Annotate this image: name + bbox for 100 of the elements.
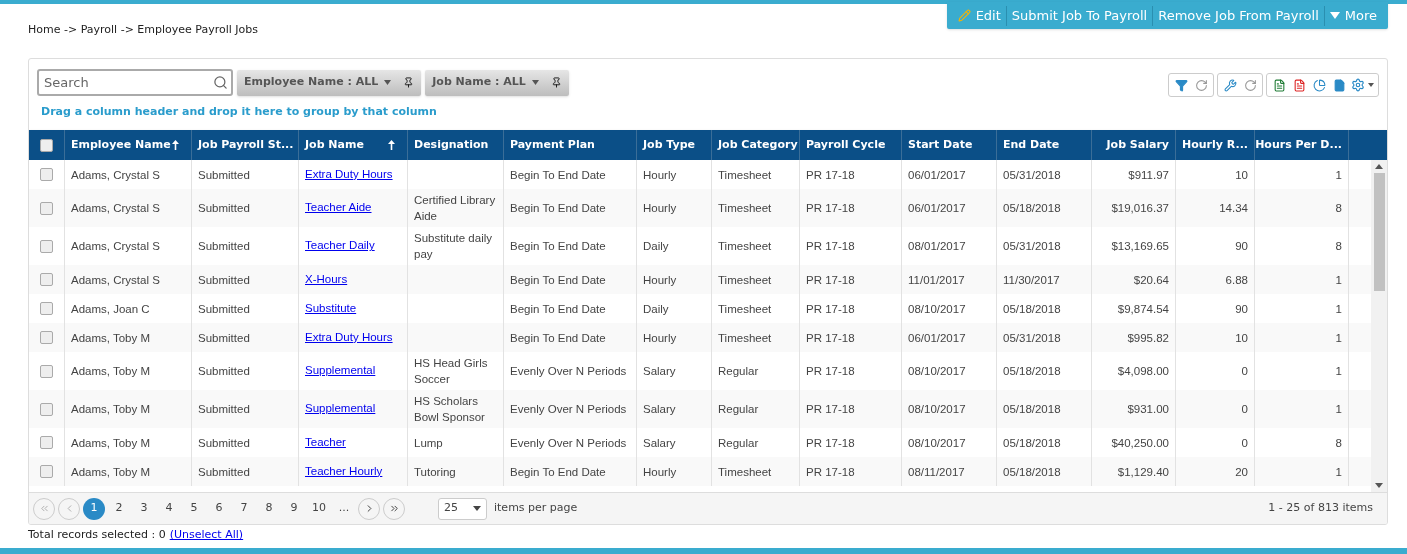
checkbox[interactable] <box>40 138 53 152</box>
filter-chip[interactable]: Employee Name : ALL <box>237 69 422 96</box>
checkbox[interactable] <box>40 436 53 449</box>
page-button[interactable]: 4 <box>158 497 180 520</box>
page-button[interactable]: 10 <box>308 497 330 520</box>
table-cell-text: Submitted <box>198 167 250 183</box>
table-cell-text: 6.88 <box>1225 272 1248 288</box>
last-page-icon <box>388 503 400 514</box>
job-link[interactable]: Teacher Hourly <box>305 462 383 481</box>
table-cell-text: 05/18/2018 <box>1003 435 1061 451</box>
table-cell-text: 20 <box>1235 464 1248 480</box>
table-cell-text: Tutoring <box>414 464 456 480</box>
page-button[interactable]: 6 <box>208 497 230 520</box>
table-cell-text: Timesheet <box>718 201 772 216</box>
table-cell-text: 0 <box>1241 402 1248 417</box>
sort-up-icon <box>172 140 179 150</box>
table-cell-text: Adams, Crystal S <box>71 201 160 216</box>
refresh-icon <box>1194 78 1208 92</box>
checkbox[interactable] <box>40 239 53 253</box>
table-cell-text: $9,874.54 <box>1117 301 1169 317</box>
spreadsheet-icon <box>1272 78 1286 92</box>
table-cell-text: Adams, Crystal S <box>71 167 160 183</box>
search-icon <box>213 75 228 90</box>
filter-chip[interactable]: Job Name : ALL <box>425 69 569 96</box>
table-cell-text: 08/01/2017 <box>908 239 966 254</box>
page-button[interactable]: 3 <box>133 497 155 520</box>
table-cell-text: 1 <box>1335 167 1342 183</box>
table-cell-text: PR 17-18 <box>806 167 855 183</box>
checkbox[interactable] <box>40 331 53 344</box>
table-cell-text: 05/18/2018 <box>1003 201 1061 216</box>
table-cell-text: Hourly <box>643 201 677 216</box>
checkbox[interactable] <box>40 465 53 478</box>
job-link[interactable]: Supplemental <box>305 362 376 380</box>
job-link[interactable]: Supplemental <box>305 400 376 418</box>
table-cell-text: Timesheet <box>718 272 772 288</box>
table-cell-text: Salary <box>643 364 676 379</box>
pencil-icon <box>957 9 971 22</box>
table-cell-text: Timesheet <box>718 167 772 183</box>
table-cell-text: Submitted <box>198 364 250 379</box>
table-cell-text: Daily <box>643 301 669 317</box>
page-button[interactable]: ... <box>333 497 355 520</box>
caret-icon <box>384 80 392 85</box>
table-cell-text: Hourly <box>643 167 677 183</box>
table-cell-text: Submitted <box>198 330 250 346</box>
page-button[interactable]: 8 <box>258 497 280 520</box>
table-cell-text: 08/10/2017 <box>908 364 966 379</box>
job-link[interactable]: Teacher <box>305 433 346 452</box>
search-field[interactable]: Search <box>37 69 233 96</box>
table-cell-text: Begin To End Date <box>510 167 606 183</box>
job-link[interactable]: Substitute <box>305 299 357 318</box>
table-cell-text: Begin To End Date <box>510 330 606 346</box>
page-size-dropdown[interactable]: 25 <box>438 497 487 520</box>
table-cell-text: Evenly Over N Periods <box>510 402 627 417</box>
table-cell-text: Timesheet <box>718 330 772 346</box>
table-cell-text: PR 17-18 <box>806 435 855 451</box>
checkbox[interactable] <box>40 402 53 416</box>
table-cell-text: 1 <box>1335 301 1342 317</box>
page-button[interactable]: 2 <box>108 497 130 520</box>
scroll-thumb[interactable] <box>1373 173 1385 291</box>
table-cell-text: Submitted <box>198 301 250 317</box>
pin-icon <box>550 77 562 88</box>
pie-chart-icon <box>1312 78 1326 92</box>
table-cell-text: Begin To End Date <box>510 239 606 254</box>
table-cell-text: Submitted <box>198 272 250 288</box>
table-cell-text: Begin To End Date <box>510 272 606 288</box>
table-cell-text: Regular <box>718 435 759 451</box>
table-cell-text: Hourly <box>643 464 677 480</box>
table-cell-text: PR 17-18 <box>806 364 855 379</box>
checkbox[interactable] <box>40 201 53 215</box>
job-link[interactable]: Extra Duty Hours <box>305 165 393 184</box>
scroll-down-icon[interactable] <box>1375 483 1383 488</box>
table-cell-text: 05/18/2018 <box>1003 464 1061 480</box>
checkbox[interactable] <box>40 364 53 378</box>
page-button[interactable]: 1 <box>83 497 105 520</box>
checkbox[interactable] <box>40 302 53 315</box>
table-cell-text: PR 17-18 <box>806 201 855 216</box>
page-button[interactable]: 5 <box>183 497 205 520</box>
table-cell-text: Submitted <box>198 201 250 216</box>
checkbox[interactable] <box>40 273 53 286</box>
job-link[interactable]: X-Hours <box>305 270 348 289</box>
table-cell-text: Timesheet <box>718 464 772 480</box>
table-cell-text: Begin To End Date <box>510 464 606 480</box>
job-link[interactable]: Teacher Daily <box>305 237 375 255</box>
unselect-all-link[interactable]: (Unselect All) <box>169 527 244 544</box>
table-cell-text: PR 17-18 <box>806 239 855 254</box>
checkbox[interactable] <box>40 168 53 181</box>
table-cell-text: 08/10/2017 <box>908 301 966 317</box>
table-cell-text: PR 17-18 <box>806 272 855 288</box>
table-cell-text: 1 <box>1335 364 1342 379</box>
scroll-up-icon[interactable] <box>1375 164 1383 169</box>
caret-icon <box>473 506 481 511</box>
wrench-icon <box>1223 78 1237 92</box>
page-button[interactable]: 9 <box>283 497 305 520</box>
pin-icon <box>403 77 415 88</box>
job-link[interactable]: Extra Duty Hours <box>305 328 393 347</box>
job-link[interactable]: Teacher Aide <box>305 199 372 217</box>
table-cell-text: $13,169.65 <box>1111 239 1169 254</box>
table-cell-text: Hourly <box>643 272 677 288</box>
file-icon <box>1332 78 1346 92</box>
page-button[interactable]: 7 <box>233 497 255 520</box>
